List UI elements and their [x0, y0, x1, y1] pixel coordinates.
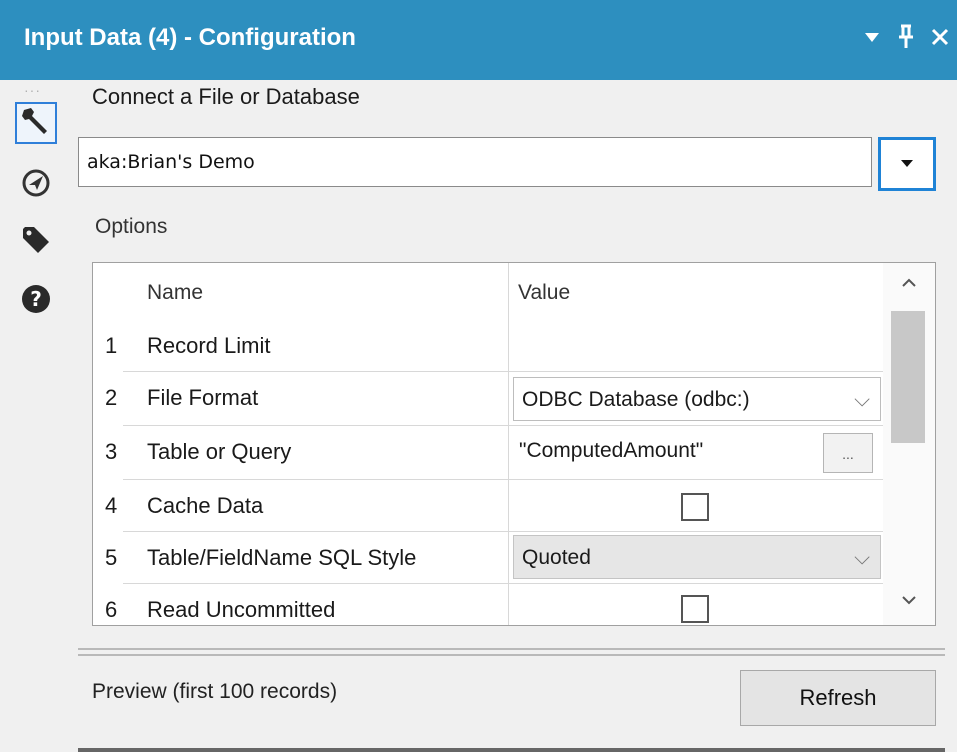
row-number: 1: [105, 333, 118, 358]
row-divider: [123, 479, 883, 480]
option-name: Table or Query: [147, 439, 292, 464]
window-title: Input Data (4) - Configuration: [24, 24, 356, 51]
row-number: 6: [105, 597, 118, 622]
row-number: 3: [105, 439, 118, 464]
table-query-value[interactable]: "ComputedAmount": [519, 439, 703, 463]
connect-label: Connect a File or Database: [92, 84, 360, 109]
scroll-up-button[interactable]: [883, 263, 935, 303]
connection-dropdown-button[interactable]: [878, 137, 936, 191]
sql-style-value: Quoted: [522, 546, 591, 569]
option-row-sql-style: 5 Table/FieldName SQL Style Quoted ⌵: [93, 533, 883, 585]
configuration-button[interactable]: [15, 102, 57, 144]
connection-input[interactable]: aka:Brian's Demo: [78, 137, 872, 187]
toolbar-grip: ···: [24, 82, 41, 98]
navigate-icon: [20, 167, 52, 204]
row-divider: [123, 425, 883, 426]
options-grid: Name Value 1 Record Limit 2 File Format …: [92, 262, 936, 626]
row-number: 4: [105, 493, 118, 518]
option-row-file-format: 2 File Format ODBC Database (odbc:) ⌵: [93, 373, 883, 425]
file-format-value: ODBC Database (odbc:): [522, 388, 750, 411]
tag-icon: [20, 223, 52, 260]
row-number: 2: [105, 385, 118, 410]
chevron-up-icon: [902, 274, 916, 292]
title-bar: Input Data (4) - Configuration: [0, 0, 957, 80]
option-row-cache-data: 4 Cache Data: [93, 481, 883, 533]
option-name: Record Limit: [147, 333, 271, 358]
help-button[interactable]: ?: [15, 280, 57, 322]
option-name: Read Uncommitted: [147, 597, 336, 622]
bottom-border: [78, 748, 945, 752]
option-row-table-or-query: 3 Table or Query "ComputedAmount" ...: [93, 427, 883, 479]
column-header-value: Value: [518, 281, 571, 304]
read-uncommitted-checkbox[interactable]: [681, 595, 709, 623]
help-icon: ?: [20, 283, 52, 320]
scroll-thumb[interactable]: [891, 311, 925, 443]
preview-label: Preview (first 100 records): [92, 680, 338, 703]
window-controls: [859, 20, 953, 54]
pin-icon[interactable]: [893, 20, 919, 54]
cache-data-checkbox[interactable]: [681, 493, 709, 521]
options-scrollbar[interactable]: [883, 263, 935, 625]
row-divider: [123, 371, 883, 372]
row-divider: [123, 531, 883, 532]
dropdown-arrow-icon[interactable]: [859, 20, 885, 54]
annotation-button[interactable]: [15, 220, 57, 262]
svg-text:?: ?: [30, 287, 42, 311]
options-label: Options: [95, 215, 168, 238]
sql-style-select[interactable]: Quoted ⌵: [513, 535, 881, 579]
record-limit-input[interactable]: [511, 321, 883, 373]
browse-query-button[interactable]: ...: [823, 433, 873, 473]
splitter-line: [78, 654, 945, 656]
row-divider: [123, 583, 883, 584]
column-header-name: Name: [147, 281, 204, 304]
refresh-button[interactable]: Refresh: [740, 670, 936, 726]
row-number: 5: [105, 545, 118, 570]
option-name: File Format: [147, 385, 259, 410]
scroll-down-button[interactable]: [883, 581, 935, 621]
chevron-down-icon: ⌵: [854, 546, 870, 569]
chevron-down-icon: ⌵: [854, 388, 870, 411]
option-row-read-uncommitted: 6 Read Uncommitted: [93, 585, 883, 625]
splitter[interactable]: [78, 648, 945, 650]
option-name: Table/FieldName SQL Style: [147, 545, 417, 570]
options-grid-body: Name Value 1 Record Limit 2 File Format …: [93, 263, 883, 625]
file-format-select[interactable]: ODBC Database (odbc:) ⌵: [513, 377, 881, 421]
wrench-icon: [20, 105, 52, 142]
chevron-down-icon: [902, 592, 916, 610]
navigate-button[interactable]: [15, 164, 57, 206]
option-row-record-limit: 1 Record Limit: [93, 321, 883, 373]
close-icon[interactable]: [927, 20, 953, 54]
dropdown-arrow-icon: [900, 155, 914, 173]
option-name: Cache Data: [147, 493, 264, 518]
